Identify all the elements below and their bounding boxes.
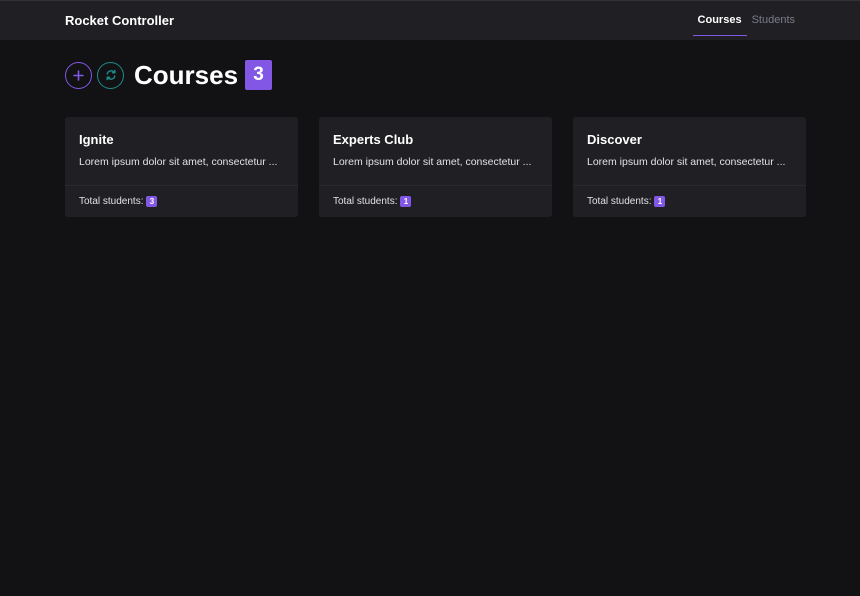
plus-icon (73, 69, 84, 81)
course-name: Discover (587, 132, 642, 147)
course-description: Lorem ipsum dolor sit amet, consectetur … (333, 156, 532, 168)
course-card[interactable]: Discover Lorem ipsum dolor sit amet, con… (573, 117, 806, 217)
students-count-badge: 3 (146, 196, 158, 207)
add-course-button[interactable] (65, 61, 92, 89)
page-title: Courses (134, 59, 239, 90)
refresh-button[interactable] (97, 61, 124, 89)
nav-link-courses[interactable]: Courses (692, 1, 747, 36)
students-count-badge: 1 (654, 196, 666, 207)
course-card[interactable]: Experts Club Lorem ipsum dolor sit amet,… (319, 117, 552, 217)
course-card[interactable]: Ignite Lorem ipsum dolor sit amet, conse… (65, 117, 298, 217)
course-count-badge: 3 (245, 60, 273, 90)
course-description: Lorem ipsum dolor sit amet, consectetur … (79, 156, 278, 168)
course-footer: Total students: 1 (573, 185, 806, 217)
app-brand[interactable]: Rocket Controller (65, 13, 174, 28)
nav-link-students[interactable]: Students (747, 1, 800, 36)
course-name: Ignite (79, 132, 114, 147)
students-label: Total students: (79, 196, 144, 207)
course-footer: Total students: 1 (319, 185, 552, 217)
page-header: Courses 3 (65, 59, 273, 91)
course-description: Lorem ipsum dolor sit amet, consectetur … (587, 156, 786, 168)
nav-links: Courses Students (692, 1, 800, 41)
students-label: Total students: (333, 196, 398, 207)
course-list: Ignite Lorem ipsum dolor sit amet, conse… (65, 117, 806, 217)
top-navbar: Rocket Controller Courses Students (0, 0, 860, 40)
students-label: Total students: (587, 196, 652, 207)
course-name: Experts Club (333, 132, 414, 147)
students-count-badge: 1 (400, 196, 412, 207)
refresh-icon (106, 69, 115, 81)
course-footer: Total students: 3 (65, 185, 298, 217)
